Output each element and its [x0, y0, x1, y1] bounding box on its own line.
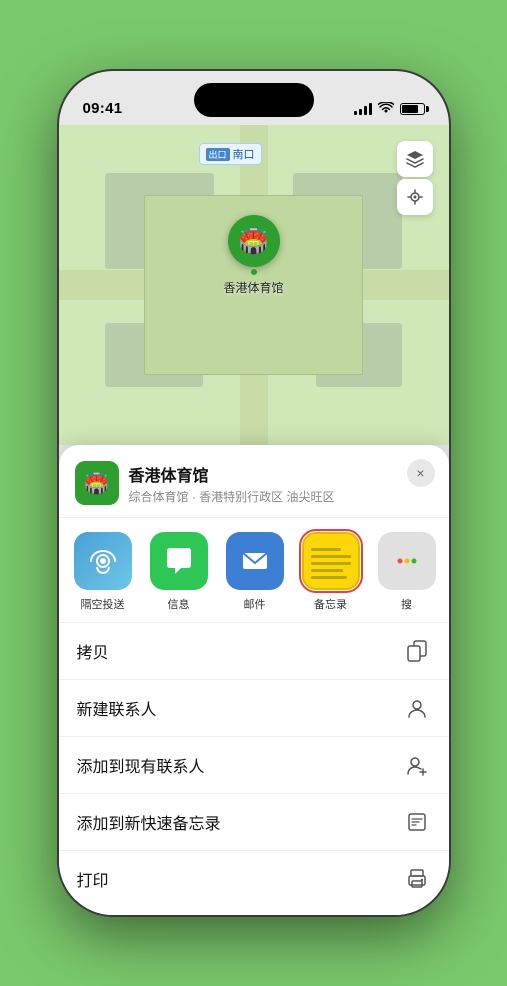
action-quick-note-label: 添加到新快速备忘录 — [77, 810, 221, 834]
pin-icon: 🏟️ — [227, 215, 279, 267]
signal-bar-1 — [354, 111, 357, 115]
notes-icon — [302, 532, 360, 590]
share-messages[interactable]: 信息 — [145, 532, 213, 612]
share-airdrop[interactable]: 隔空投送 — [69, 532, 137, 612]
action-copy-label: 拷贝 — [77, 639, 109, 663]
signal-bars-icon — [354, 103, 372, 115]
wifi-icon — [378, 101, 394, 117]
signal-bar-2 — [359, 109, 362, 115]
pin-label: 香港体育馆 — [223, 279, 283, 296]
venue-name: 香港体育馆 — [129, 462, 335, 486]
action-new-contact-label: 新建联系人 — [77, 696, 157, 720]
pin-dot — [250, 269, 256, 275]
mail-icon — [226, 532, 284, 590]
notes-label: 备忘录 — [314, 596, 347, 612]
map-label-tag: 出口 — [206, 148, 230, 161]
action-row-new-contact[interactable]: 新建联系人 — [59, 680, 449, 737]
new-contact-icon — [403, 694, 431, 722]
venue-pin[interactable]: 🏟️ 香港体育馆 — [223, 215, 283, 296]
signal-bar-4 — [369, 103, 372, 115]
action-row-quick-note[interactable]: 添加到新快速备忘录 — [59, 794, 449, 851]
share-notes[interactable]: 备忘录 — [297, 532, 365, 612]
status-icons — [354, 101, 425, 117]
map-area[interactable]: 出口 南口 — [59, 125, 449, 445]
copy-icon — [403, 637, 431, 665]
dynamic-island — [194, 83, 314, 117]
battery-fill — [402, 105, 419, 113]
action-print-label: 打印 — [77, 867, 109, 891]
venue-logo: 🏟️ — [75, 461, 119, 505]
notes-line-3 — [311, 562, 351, 565]
location-button[interactable] — [397, 179, 433, 215]
share-mail[interactable]: 邮件 — [221, 532, 289, 612]
action-row-print[interactable]: 打印 — [59, 851, 449, 907]
map-controls — [397, 141, 433, 215]
notes-line-5 — [311, 576, 347, 579]
notes-line-2 — [311, 555, 351, 558]
action-add-contact-label: 添加到现有联系人 — [77, 753, 205, 777]
quick-note-icon — [403, 808, 431, 836]
home-indicator — [59, 907, 449, 915]
phone-shell: 09:41 — [59, 71, 449, 915]
more-icon — [378, 532, 436, 590]
pin-emoji: 🏟️ — [239, 227, 269, 256]
action-row-copy[interactable]: 拷贝 — [59, 623, 449, 680]
status-time: 09:41 — [83, 100, 123, 117]
notes-line-1 — [311, 548, 341, 551]
share-more[interactable]: 搜 — [373, 532, 441, 612]
action-row-add-contact[interactable]: 添加到现有联系人 — [59, 737, 449, 794]
messages-icon — [150, 532, 208, 590]
map-label-text: 南口 — [233, 146, 255, 162]
venue-subtitle: 综合体育馆 · 香港特别行政区 油尖旺区 — [129, 488, 335, 505]
signal-bar-3 — [364, 106, 367, 115]
more-label: 搜 — [401, 596, 412, 612]
battery-icon — [400, 103, 425, 115]
venue-info: 香港体育馆 综合体育馆 · 香港特别行政区 油尖旺区 — [129, 462, 335, 505]
add-contact-icon — [403, 751, 431, 779]
close-button[interactable]: × — [407, 459, 435, 487]
mail-label: 邮件 — [244, 596, 266, 612]
messages-label: 信息 — [168, 596, 190, 612]
airdrop-icon — [74, 532, 132, 590]
share-row: 隔空投送 信息 — [59, 518, 449, 623]
screen: 09:41 — [59, 71, 449, 915]
notes-line-4 — [311, 569, 343, 572]
map-layers-button[interactable] — [397, 141, 433, 177]
map-label: 出口 南口 — [199, 143, 262, 165]
bottom-sheet: 🏟️ 香港体育馆 综合体育馆 · 香港特别行政区 油尖旺区 × — [59, 445, 449, 915]
venue-header: 🏟️ 香港体育馆 综合体育馆 · 香港特别行政区 油尖旺区 × — [59, 445, 449, 518]
airdrop-label: 隔空投送 — [81, 596, 125, 612]
print-icon — [403, 865, 431, 893]
